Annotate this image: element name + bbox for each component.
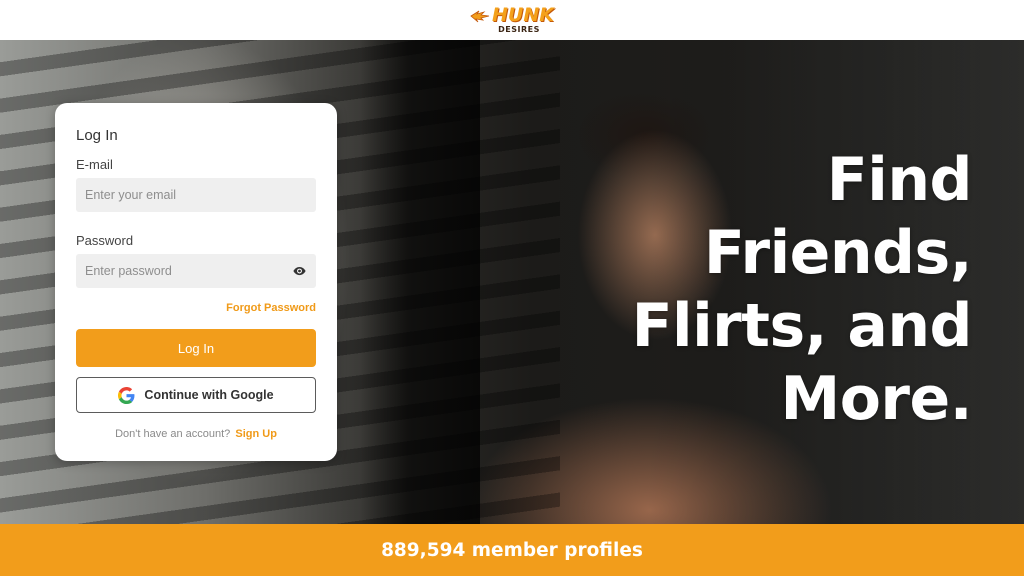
- hero-background-frame: [360, 40, 480, 524]
- password-field-wrapper: [76, 254, 316, 288]
- google-button-label: Continue with Google: [144, 388, 274, 402]
- member-count-bar: 889,594 member profiles: [0, 524, 1024, 576]
- password-label: Password: [76, 233, 134, 248]
- google-g-icon: [118, 386, 135, 404]
- headline-line: Flirts, and: [631, 291, 973, 361]
- headline-line: Friends,: [703, 218, 973, 288]
- logo-wordmark: HUNK: [492, 4, 554, 26]
- email-field[interactable]: [76, 178, 316, 212]
- signup-link[interactable]: Sign Up: [235, 428, 277, 440]
- member-count-text: 889,594 member profiles: [381, 539, 643, 561]
- signup-row: Don't have an account? Sign Up: [76, 428, 316, 440]
- forgot-password-link[interactable]: Forgot Password: [76, 302, 316, 314]
- logo-subtitle: DESIRES: [498, 25, 540, 34]
- hero-headline: Find Friends, Flirts, and More.: [552, 144, 973, 436]
- flame-icon: [470, 10, 490, 22]
- login-title: Log In: [76, 127, 118, 144]
- eye-icon[interactable]: [293, 265, 306, 277]
- password-field[interactable]: [76, 254, 316, 288]
- headline-line: More.: [780, 364, 972, 434]
- login-card: Log In E-mail Password Forgot Password L…: [55, 103, 337, 461]
- top-header: HUNK DESIRES: [0, 0, 1024, 40]
- email-field-wrapper: [76, 178, 316, 212]
- login-button[interactable]: Log In: [76, 329, 316, 367]
- headline-line: Find: [826, 145, 973, 215]
- email-label: E-mail: [76, 157, 113, 172]
- signup-prompt: Don't have an account?: [115, 428, 231, 440]
- site-logo[interactable]: HUNK DESIRES: [470, 2, 554, 38]
- logo-mark: HUNK: [470, 6, 554, 25]
- google-signin-button[interactable]: Continue with Google: [76, 377, 316, 413]
